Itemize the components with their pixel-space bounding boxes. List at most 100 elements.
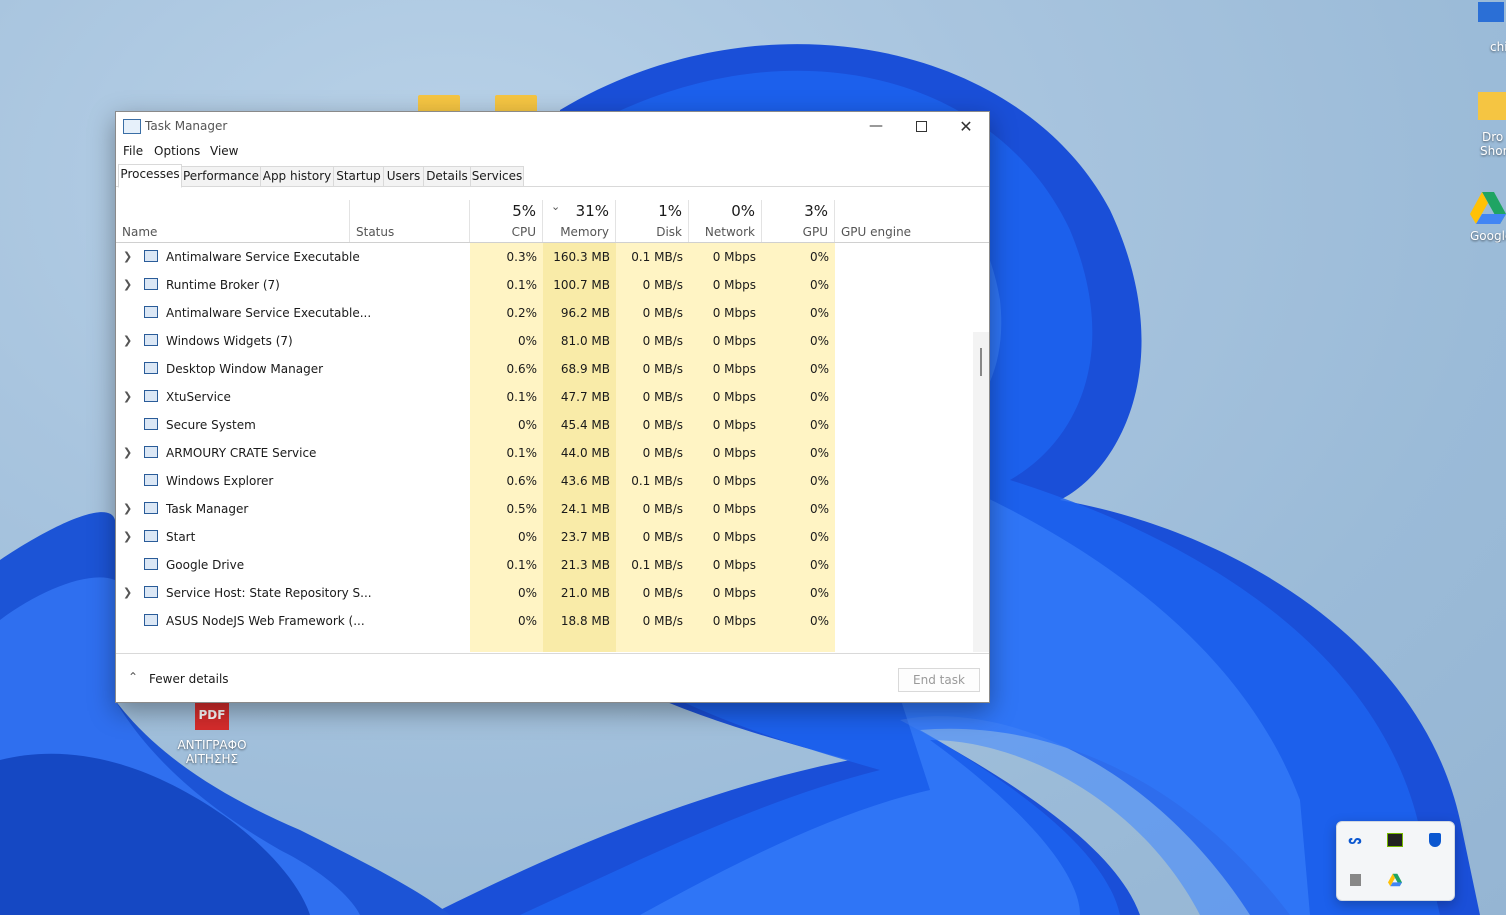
tab-users[interactable]: Users xyxy=(383,166,424,186)
memory-value: 96.2 MB xyxy=(560,306,610,320)
google-drive-tray-icon[interactable] xyxy=(1387,872,1403,888)
header-disk-pct: 1% xyxy=(658,202,682,220)
header-gpu-engine-label: GPU engine xyxy=(841,225,912,239)
expand-chevron-icon[interactable]: ❯ xyxy=(123,243,132,271)
expand-chevron-icon[interactable]: ❯ xyxy=(123,327,132,355)
vertical-scrollbar[interactable] xyxy=(973,332,989,652)
right-desktop-icon-2[interactable]: Dro Shor xyxy=(1478,92,1506,158)
menu-view[interactable]: View xyxy=(210,144,238,158)
title-bar[interactable]: Task Manager — ✕ xyxy=(116,112,989,140)
gpu-value: 0% xyxy=(809,530,829,544)
fewer-details-link[interactable]: Fewer details xyxy=(149,672,229,686)
right-icon-1-label: chi xyxy=(1490,40,1506,54)
process-name: Secure System xyxy=(166,418,256,432)
right-desktop-icon-3[interactable]: Google xyxy=(1470,190,1506,243)
header-name[interactable]: Name xyxy=(116,200,350,243)
memory-value: 43.6 MB xyxy=(560,474,610,488)
table-row[interactable]: ❯ Service Host: State Repository S... 0% 21… xyxy=(116,579,973,607)
maximize-button[interactable] xyxy=(898,112,944,140)
header-memory[interactable]: ⌄ 31% Memory xyxy=(543,200,616,243)
end-task-button[interactable]: End task xyxy=(898,668,980,692)
expand-chevron-icon[interactable]: ❯ xyxy=(123,439,132,467)
generic-app-icon[interactable] xyxy=(1347,872,1363,888)
table-row[interactable]: ❯ Antimalware Service Executable 0.3% 160.3… xyxy=(116,243,973,271)
table-row[interactable]: Desktop Window Manager 0.6% 68.9 MB 0 MB/s 0… xyxy=(116,355,973,383)
minimize-button[interactable]: — xyxy=(853,112,899,140)
desktop-folder-icon[interactable] xyxy=(495,95,537,111)
desktop-folder-icon[interactable] xyxy=(418,95,460,111)
pdf-desktop-shortcut[interactable]: PDF ΑΝΤΙΓΡΑΦΟ ΑΙΤΗΣΗΣ xyxy=(170,700,254,766)
expand-chevron-icon[interactable]: ❯ xyxy=(123,579,132,607)
tab-details[interactable]: Details xyxy=(423,166,471,186)
cpu-value: 0.1% xyxy=(506,558,538,572)
tab-app-history[interactable]: App history xyxy=(260,166,334,186)
defender-shield-icon[interactable] xyxy=(1427,832,1443,848)
vertical-scroll-thumb[interactable] xyxy=(980,348,982,376)
table-row[interactable]: ❯ Windows Widgets (7) 0% 81.0 MB 0 MB/s 0 Mbp… xyxy=(116,327,973,355)
header-status[interactable]: Status xyxy=(350,200,470,243)
minimize-icon: — xyxy=(869,118,883,134)
process-name: Antimalware Service Executable... xyxy=(166,306,372,320)
folder-icon xyxy=(1478,92,1506,120)
header-gpu-engine[interactable]: GPU engine xyxy=(835,200,973,243)
header-cpu[interactable]: 5% CPU xyxy=(470,200,543,243)
gpu-value: 0% xyxy=(809,362,829,376)
process-name-cell: ❯ XtuService xyxy=(116,383,350,411)
tab-services[interactable]: Services xyxy=(470,166,524,186)
gpu-value: 0% xyxy=(809,586,829,600)
table-row[interactable]: ❯ XtuService 0.1% 47.7 MB 0 MB/s 0 Mbps 0% xyxy=(116,383,973,411)
header-gpu[interactable]: 3% GPU xyxy=(762,200,835,243)
gpu-value: 0% xyxy=(809,390,829,404)
gpu-value: 0% xyxy=(809,334,829,348)
cpu-value: 0.3% xyxy=(506,250,538,264)
process-icon xyxy=(144,530,158,542)
google-drive-icon xyxy=(1470,192,1506,224)
tab-performance[interactable]: Performance xyxy=(181,166,261,186)
process-icon xyxy=(144,586,158,598)
tray-overflow-panel: ᔕ xyxy=(1336,821,1455,901)
memory-value: 100.7 MB xyxy=(553,278,610,292)
table-row[interactable]: ASUS NodeJS Web Framework (... 0% 18.8 MB 0… xyxy=(116,607,973,635)
process-icon xyxy=(144,614,158,626)
expand-chevron-icon[interactable]: ❯ xyxy=(123,271,132,299)
network-value: 0 Mbps xyxy=(712,446,756,460)
table-row[interactable]: Antimalware Service Executable... 0.2% 96.… xyxy=(116,299,973,327)
expand-chevron-icon[interactable]: ❯ xyxy=(123,383,132,411)
header-status-label: Status xyxy=(356,225,395,239)
expand-chevron-icon[interactable]: ❯ xyxy=(123,523,132,551)
tab-processes[interactable]: Processes xyxy=(118,164,182,188)
close-button[interactable]: ✕ xyxy=(943,112,989,140)
expand-chevron-icon[interactable]: ❯ xyxy=(123,495,132,523)
right-desktop-icon-1[interactable]: chi xyxy=(1478,0,1506,54)
table-row[interactable]: Secure System 0% 45.4 MB 0 MB/s 0 Mbps 0% xyxy=(116,411,973,439)
memory-value: 21.0 MB xyxy=(560,586,610,600)
header-network[interactable]: 0% Network xyxy=(689,200,762,243)
process-icon xyxy=(144,446,158,458)
disk-value: 0.1 MB/s xyxy=(631,250,683,264)
close-icon: ✕ xyxy=(959,116,973,136)
table-row[interactable]: Google Drive 0.1% 21.3 MB 0.1 MB/s 0 Mbps 0% xyxy=(116,551,973,579)
monitor-icon xyxy=(1478,2,1504,22)
menu-file[interactable]: File xyxy=(123,144,143,158)
bluetooth-icon[interactable]: ᔕ xyxy=(1347,832,1363,848)
tab-startup[interactable]: Startup xyxy=(333,166,384,186)
network-value: 0 Mbps xyxy=(712,362,756,376)
process-name-cell: Secure System xyxy=(116,411,350,439)
window-title: Task Manager xyxy=(145,119,228,133)
table-row[interactable]: Windows Explorer 0.6% 43.6 MB 0.1 MB/s 0 Mbp… xyxy=(116,467,973,495)
menu-options[interactable]: Options xyxy=(154,144,200,158)
table-row[interactable]: ❯ Runtime Broker (7) 0.1% 100.7 MB 0 MB/s 0 M… xyxy=(116,271,973,299)
header-disk[interactable]: 1% Disk xyxy=(616,200,689,243)
pdf-label-line-1: ΑΝΤΙΓΡΑΦΟ xyxy=(177,738,247,752)
table-row[interactable]: ❯ Start 0% 23.7 MB 0 MB/s 0 Mbps 0% xyxy=(116,523,973,551)
gpu-value: 0% xyxy=(809,418,829,432)
network-value: 0 Mbps xyxy=(712,390,756,404)
chevron-up-icon[interactable]: ⌃ xyxy=(128,670,138,684)
network-value: 0 Mbps xyxy=(712,502,756,516)
process-name-cell: Windows Explorer xyxy=(116,467,350,495)
memory-value: 68.9 MB xyxy=(560,362,610,376)
nvidia-icon[interactable] xyxy=(1387,832,1403,848)
process-name: Google Drive xyxy=(166,558,245,572)
table-row[interactable]: ❯ ARMOURY CRATE Service 0.1% 44.0 MB 0 MB/s 0… xyxy=(116,439,973,467)
table-row[interactable]: ❯ Task Manager 0.5% 24.1 MB 0 MB/s 0 Mbps 0% xyxy=(116,495,973,523)
